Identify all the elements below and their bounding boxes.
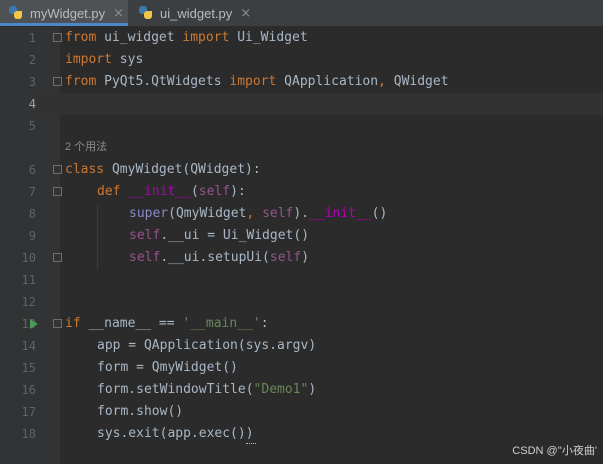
line-number: 6 — [28, 163, 36, 177]
code-line-3: 3 from PyQt5.QtWidgets import QApplicati… — [0, 71, 603, 93]
python-file-icon — [138, 5, 154, 21]
code-text: form = QmyWidget() — [97, 360, 238, 375]
code-editor[interactable]: 1 from ui_widget import Ui_Widget 2 impo… — [0, 27, 603, 464]
fold-end-icon[interactable] — [53, 253, 62, 262]
code-line-5: 5 — [0, 115, 603, 137]
tab-label: ui_widget.py — [160, 5, 233, 21]
code-line-15: 15 form = QmyWidget() — [0, 357, 603, 379]
code-text: def __init__(self): — [97, 184, 246, 199]
fold-icon[interactable] — [53, 187, 62, 196]
code-text: if __name__ == '__main__': — [65, 316, 269, 331]
line-number: 1 — [28, 31, 36, 45]
code-line-17: 17 form.show() — [0, 401, 603, 423]
tab-ui-widget[interactable]: ui_widget.py × — [130, 0, 260, 26]
code-line-4: 4 — [0, 93, 603, 115]
line-number: 12 — [21, 295, 36, 309]
code-text: form.show() — [97, 404, 184, 419]
line-number: 10 — [21, 251, 36, 265]
code-text: from PyQt5.QtWidgets import QApplication… — [65, 74, 449, 89]
code-text: form.setWindowTitle("Demo1") — [97, 382, 317, 397]
code-line-12: 12 — [0, 291, 603, 313]
code-line-14: 14 app = QApplication(sys.argv) — [0, 335, 603, 357]
code-text: super(QmyWidget, self).__init__() — [129, 206, 388, 221]
line-number: 11 — [21, 273, 36, 287]
code-text: app = QApplication(sys.argv) — [97, 338, 317, 353]
code-line-16: 16 form.setWindowTitle("Demo1") — [0, 379, 603, 401]
code-line-2: 2 import sys — [0, 49, 603, 71]
close-icon[interactable]: × — [240, 6, 251, 21]
line-number: 14 — [21, 339, 36, 353]
code-line-8: 8 super(QmyWidget, self).__init__() — [0, 203, 603, 225]
line-number: 4 — [0, 93, 36, 115]
line-number: 2 — [28, 53, 36, 67]
code-line-9: 9 self.__ui = Ui_Widget() — [0, 225, 603, 247]
line-number: 9 — [28, 229, 36, 243]
code-text: self.__ui.setupUi(self) — [129, 250, 310, 265]
line-number: 16 — [21, 383, 36, 397]
fold-icon[interactable] — [53, 165, 62, 174]
fold-icon[interactable] — [53, 33, 62, 42]
line-number: 8 — [28, 207, 36, 221]
code-line-7: 7 def __init__(self): — [0, 181, 603, 203]
line-number: 18 — [21, 427, 36, 441]
line-number: 5 — [28, 119, 36, 133]
editor-tab-bar: myWidget.py × ui_widget.py × — [0, 0, 603, 27]
tab-mywidget[interactable]: myWidget.py × — [0, 0, 128, 26]
warning-squiggle — [246, 440, 256, 444]
code-text: import sys — [65, 52, 144, 67]
fold-icon[interactable] — [53, 319, 62, 328]
code-text: self.__ui = Ui_Widget() — [129, 228, 310, 243]
run-icon[interactable] — [30, 319, 38, 329]
code-line-6: 6 class QmyWidget(QWidget): — [0, 159, 603, 181]
line-number: 3 — [28, 75, 36, 89]
code-line-13: 13 if __name__ == '__main__': — [0, 313, 603, 335]
fold-end-icon[interactable] — [53, 77, 62, 86]
code-line-11: 11 — [0, 269, 603, 291]
line-number: 15 — [21, 361, 36, 375]
code-text: class QmyWidget(QWidget): — [65, 162, 261, 177]
code-line-1: 1 from ui_widget import Ui_Widget — [0, 27, 603, 49]
close-icon[interactable]: × — [113, 6, 124, 21]
line-number: 17 — [21, 405, 36, 419]
python-file-icon — [8, 5, 24, 21]
tab-label: myWidget.py — [30, 5, 106, 21]
usages-hint[interactable]: 2 个用法 — [65, 137, 107, 157]
code-text: from ui_widget import Ui_Widget — [65, 30, 308, 45]
watermark: CSDN @''小夜曲' — [512, 445, 597, 457]
line-number: 7 — [28, 185, 36, 199]
code-text: sys.exit(app.exec()) — [97, 426, 254, 441]
code-line-10: 10 self.__ui.setupUi(self) — [0, 247, 603, 269]
